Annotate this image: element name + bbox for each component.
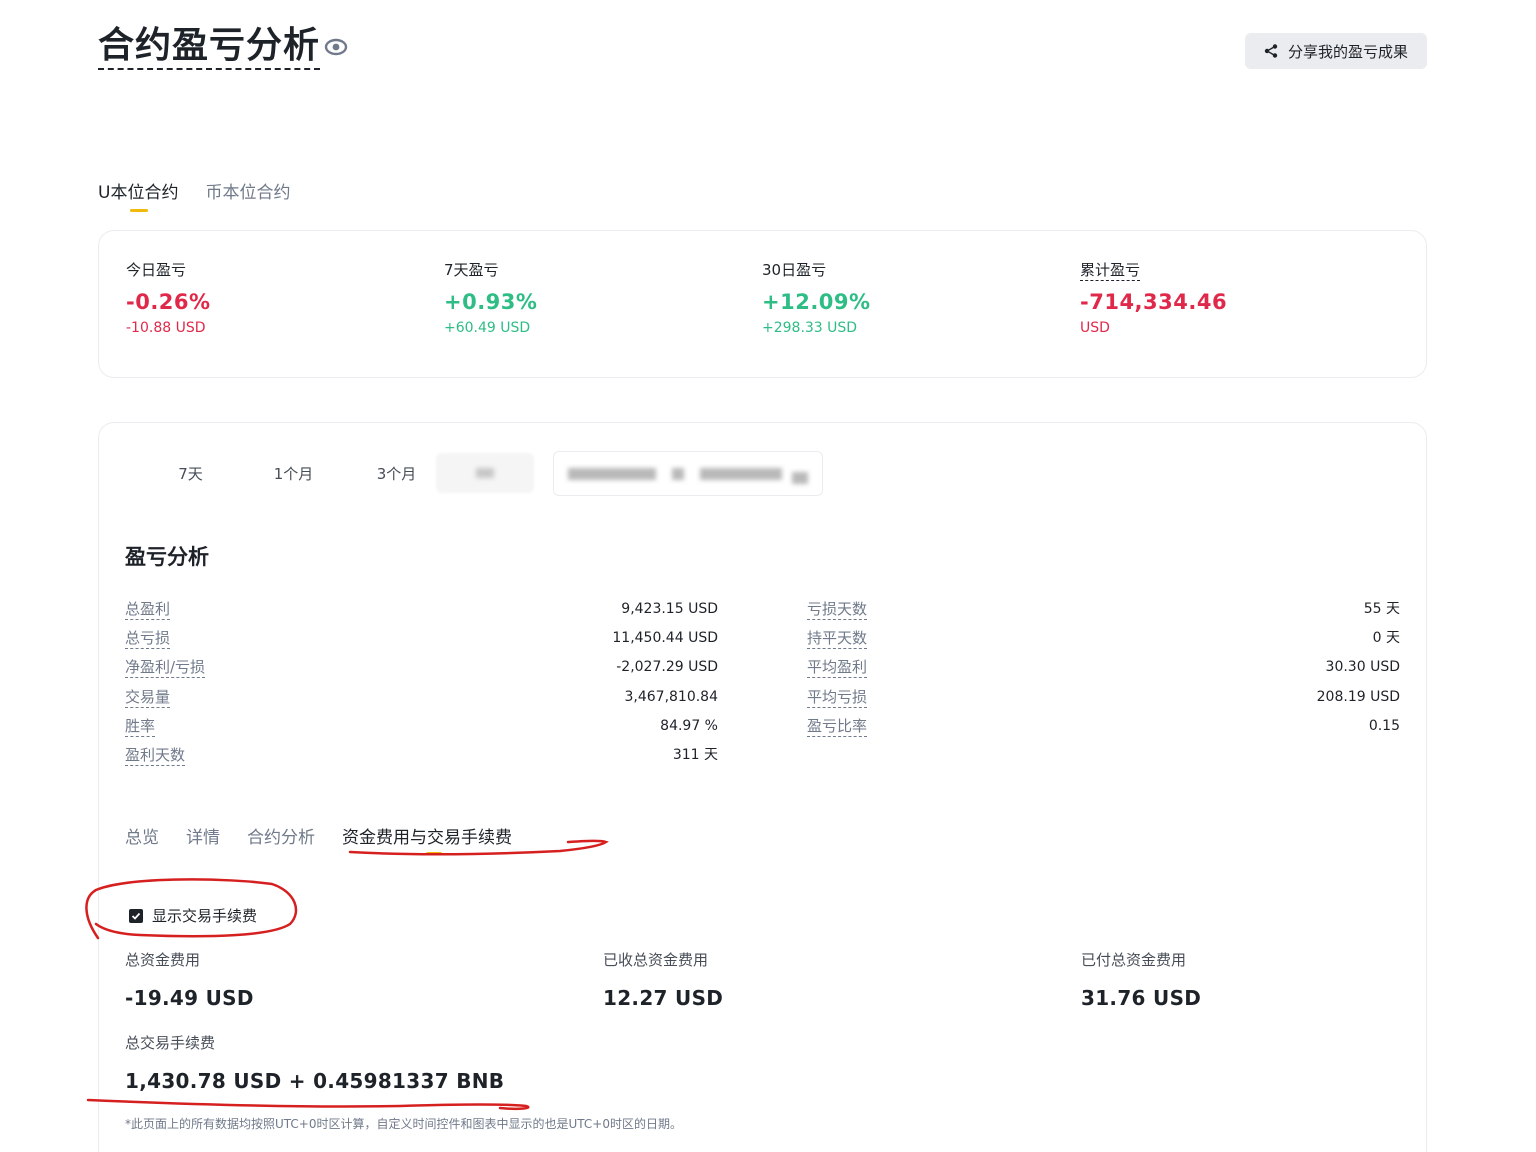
stat-row: 亏损天数 55 天 (807, 599, 1400, 628)
today-pnl-pct: -0.26% (126, 290, 211, 314)
stat-row: 盈利天数 311 天 (125, 745, 718, 774)
week-pnl-pct: +0.93% (444, 290, 538, 314)
total-funding-fee-label: 总资金费用 (125, 951, 201, 969)
range-3m-button[interactable]: 3个月 (345, 459, 448, 487)
tab-funding-and-fees[interactable]: 资金费用与交易手续费 (342, 823, 512, 855)
stat-value: 30.30 USD (1325, 659, 1400, 676)
analysis-title: 盈亏分析 (125, 545, 209, 569)
stat-value: 208.19 USD (1316, 688, 1400, 705)
stat-label[interactable]: 总亏损 (125, 628, 171, 650)
tab-usdm-futures[interactable]: U本位合约 (98, 178, 178, 212)
pnl-summary-card: 今日盈亏 -0.26% -10.88 USD 7天盈亏 +0.93% +60.4… (98, 230, 1427, 378)
tab-details[interactable]: 详情 (186, 823, 220, 848)
show-trading-fee-toggle[interactable]: 显示交易手续费 (129, 905, 257, 926)
stat-label[interactable]: 盈利天数 (125, 745, 186, 766)
timezone-footnote: *此页面上的所有数据均按照UTC+0时区计算，自定义时间控件和图表中显示的也是U… (125, 1117, 682, 1131)
stat-label[interactable]: 胜率 (125, 716, 156, 737)
week-pnl: 7天盈亏 +0.93% +60.49 USD (444, 259, 537, 336)
stat-label[interactable]: 亏损天数 (807, 599, 868, 620)
stat-label[interactable]: 平均盈利 (807, 657, 868, 679)
stat-value: 311 天 (672, 746, 718, 763)
range-7d-button[interactable]: 7天 (139, 459, 242, 487)
total-funding-fee: 总资金费用 -19.49 USD (125, 949, 254, 1010)
share-label: 分享我的盈亏成果 (1287, 42, 1408, 61)
stat-row: 胜率 84.97 % (125, 716, 718, 745)
received-funding-fee-label: 已收总资金费用 (603, 951, 709, 969)
eye-icon[interactable] (324, 36, 348, 58)
total-funding-fee-value: -19.49 USD (125, 986, 254, 1010)
pnl-analysis-card: 7天 1个月 3个月 盈亏分析 总盈利 9,423.15 USD 总亏损 11,45… (98, 422, 1427, 1152)
stat-value: 0 天 (1372, 630, 1400, 647)
stat-row: 交易量 3,467,810.84 (125, 687, 718, 716)
stat-label[interactable]: 总盈利 (125, 599, 171, 620)
received-funding-fee: 已收总资金费用 12.27 USD (603, 949, 723, 1010)
page-title: 合约盈亏分析 (98, 26, 321, 70)
stat-value: 9,423.15 USD (621, 601, 718, 617)
stat-label[interactable]: 交易量 (125, 687, 171, 708)
total-pnl-label[interactable]: 累计盈亏 (1080, 261, 1141, 281)
stat-label[interactable]: 盈亏比率 (807, 716, 868, 737)
stat-row: 总盈利 9,423.15 USD (125, 599, 718, 628)
tab-contract-analysis[interactable]: 合约分析 (247, 823, 315, 848)
tab-coinm-futures[interactable]: 币本位合约 (205, 178, 290, 203)
week-pnl-usd: +60.49 USD (444, 320, 531, 336)
range-custom-button-blurred[interactable] (436, 453, 534, 493)
stat-label[interactable]: 净盈利/亏损 (125, 657, 206, 679)
contract-tabs: U本位合约 币本位合约 (98, 178, 290, 212)
today-pnl-label: 今日盈亏 (126, 261, 187, 279)
stat-label[interactable]: 持平天数 (807, 628, 868, 650)
stat-value: 55 天 (1363, 601, 1400, 617)
show-trading-fee-label: 显示交易手续费 (152, 907, 258, 925)
month-pnl: 30日盈亏 +12.09% +298.33 USD (762, 259, 871, 336)
stat-value: 3,467,810.84 (624, 688, 718, 705)
month-pnl-usd: +298.33 USD (762, 320, 858, 336)
range-selector: 7天 1个月 3个月 (139, 459, 448, 487)
stat-row: 净盈利/亏损 -2,027.29 USD (125, 657, 718, 686)
paid-funding-fee: 已付总资金费用 31.76 USD (1081, 949, 1201, 1010)
stat-row: 持平天数 0 天 (807, 628, 1400, 657)
date-range-picker-blurred[interactable] (553, 451, 823, 496)
range-1m-button[interactable]: 1个月 (242, 459, 345, 487)
total-pnl: 累计盈亏 -714,334.46 USD (1080, 259, 1227, 336)
total-pnl-value: -714,334.46 (1080, 290, 1228, 314)
week-pnl-label: 7天盈亏 (444, 261, 499, 279)
stat-value: 84.97 % (660, 717, 718, 734)
stat-value: 0.15 (1368, 717, 1400, 734)
received-funding-fee-value: 12.27 USD (603, 986, 724, 1010)
paid-funding-fee-value: 31.76 USD (1081, 986, 1202, 1010)
total-pnl-unit: USD (1080, 320, 1110, 336)
today-pnl-usd: -10.88 USD (126, 320, 206, 336)
stat-row: 平均亏损 208.19 USD (807, 687, 1400, 716)
stat-row: 总亏损 11,450.44 USD (125, 628, 718, 657)
share-pnl-button[interactable]: 分享我的盈亏成果 (1245, 33, 1427, 69)
tab-overview[interactable]: 总览 (125, 823, 159, 848)
paid-funding-fee-label: 已付总资金费用 (1081, 951, 1187, 969)
stat-value: -2,027.29 USD (616, 659, 718, 676)
total-trading-fee: 总交易手续费 1,430.78 USD + 0.45981337 BNB (125, 1032, 504, 1093)
checkbox-checked-icon[interactable] (129, 908, 143, 923)
stat-row: 盈亏比率 0.15 (807, 716, 1400, 745)
stat-value: 11,450.44 USD (612, 630, 718, 647)
analysis-sub-tabs: 总览 详情 合约分析 资金费用与交易手续费 (125, 823, 512, 855)
stats-right: 亏损天数 55 天 持平天数 0 天 平均盈利 30.30 USD 平均亏损 208.1… (807, 599, 1400, 745)
total-trading-fee-value: 1,430.78 USD + 0.45981337 BNB (125, 1069, 505, 1093)
share-icon (1264, 44, 1278, 58)
month-pnl-pct: +12.09% (762, 290, 871, 314)
today-pnl: 今日盈亏 -0.26% -10.88 USD (126, 259, 211, 336)
stats-left: 总盈利 9,423.15 USD 总亏损 11,450.44 USD 净盈利/亏损 -… (125, 599, 718, 774)
stat-row: 平均盈利 30.30 USD (807, 657, 1400, 686)
month-pnl-label: 30日盈亏 (762, 261, 827, 279)
total-trading-fee-label: 总交易手续费 (125, 1034, 216, 1052)
stat-label[interactable]: 平均亏损 (807, 687, 868, 708)
